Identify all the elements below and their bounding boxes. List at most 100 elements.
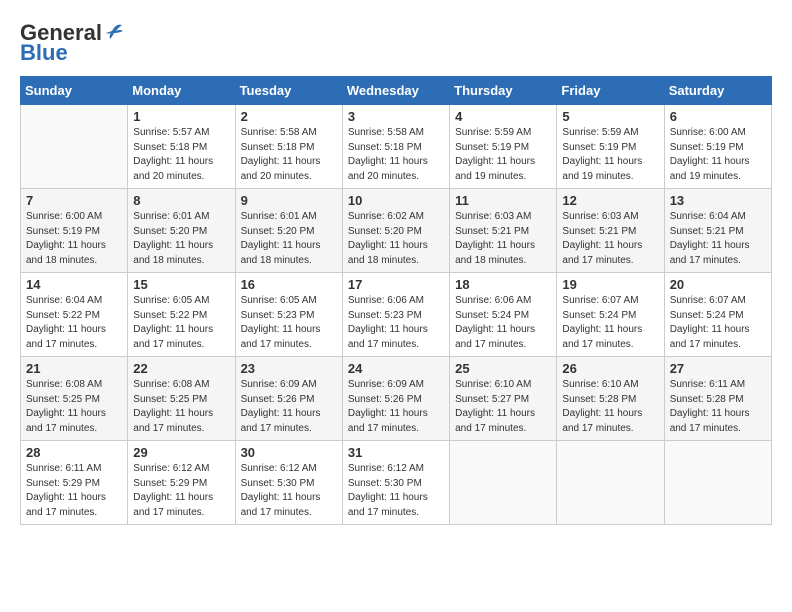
- day-info: Sunrise: 6:06 AM Sunset: 5:23 PM Dayligh…: [348, 294, 444, 352]
- calendar-cell: 29Sunrise: 6:12 AM Sunset: 5:29 PM Dayli…: [128, 441, 235, 525]
- day-number: 9: [241, 193, 337, 208]
- calendar-cell: 30Sunrise: 6:12 AM Sunset: 5:30 PM Dayli…: [235, 441, 342, 525]
- calendar-cell: 20 Sunrise: 6:07 AM Sunset: 5:24 PM Dayli…: [664, 273, 771, 357]
- calendar-cell: 9 Sunrise: 6:01 AM Sunset: 5:20 PM Daylig…: [235, 189, 342, 273]
- calendar-cell: 25Sunrise: 6:10 AM Sunset: 5:27 PM Dayli…: [450, 357, 557, 441]
- day-number: 24: [348, 361, 444, 376]
- day-info: Sunrise: 6:08 AM Sunset: 5:25 PM Dayligh…: [26, 378, 122, 436]
- calendar-cell: [450, 441, 557, 525]
- calendar-row: 7 Sunrise: 6:00 AM Sunset: 5:19 PM Daylig…: [21, 189, 772, 273]
- calendar-cell: 4Sunrise: 5:59 AM Sunset: 5:19 PM Daylig…: [450, 105, 557, 189]
- calendar-cell: 18 Sunrise: 6:06 AM Sunset: 5:24 PM Dayli…: [450, 273, 557, 357]
- day-info: Sunrise: 6:12 AM Sunset: 5:30 PM Dayligh…: [348, 462, 444, 520]
- day-info: Sunrise: 6:07 AM Sunset: 5:24 PM Dayligh…: [670, 294, 766, 352]
- day-number: 20: [670, 277, 766, 292]
- day-info: Sunrise: 6:11 AM Sunset: 5:29 PM Dayligh…: [26, 462, 122, 520]
- day-number: 6: [670, 109, 766, 124]
- day-number: 1: [133, 109, 229, 124]
- day-number: 23: [241, 361, 337, 376]
- day-number: 22: [133, 361, 229, 376]
- calendar-cell: 11Sunrise: 6:03 AM Sunset: 5:21 PM Dayli…: [450, 189, 557, 273]
- calendar-cell: 10Sunrise: 6:02 AM Sunset: 5:20 PM Dayli…: [342, 189, 449, 273]
- day-number: 12: [562, 193, 658, 208]
- calendar-header-row: SundayMondayTuesdayWednesdayThursdayFrid…: [21, 77, 772, 105]
- day-number: 11: [455, 193, 551, 208]
- calendar-table: SundayMondayTuesdayWednesdayThursdayFrid…: [20, 76, 772, 525]
- day-number: 26: [562, 361, 658, 376]
- column-header-wednesday: Wednesday: [342, 77, 449, 105]
- day-info: Sunrise: 6:07 AM Sunset: 5:24 PM Dayligh…: [562, 294, 658, 352]
- day-number: 7: [26, 193, 122, 208]
- page-header: General Blue: [20, 20, 772, 66]
- calendar-row: 1 Sunrise: 5:57 AM Sunset: 5:18 PM Daylig…: [21, 105, 772, 189]
- day-info: Sunrise: 6:08 AM Sunset: 5:25 PM Dayligh…: [133, 378, 229, 436]
- day-info: Sunrise: 6:06 AM Sunset: 5:24 PM Dayligh…: [455, 294, 551, 352]
- day-number: 29: [133, 445, 229, 460]
- day-info: Sunrise: 6:03 AM Sunset: 5:21 PM Dayligh…: [562, 210, 658, 268]
- day-number: 31: [348, 445, 444, 460]
- day-number: 25: [455, 361, 551, 376]
- day-number: 18: [455, 277, 551, 292]
- calendar-cell: 31 Sunrise: 6:12 AM Sunset: 5:30 PM Dayli…: [342, 441, 449, 525]
- calendar-cell: 16Sunrise: 6:05 AM Sunset: 5:23 PM Dayli…: [235, 273, 342, 357]
- calendar-cell: [664, 441, 771, 525]
- day-number: 14: [26, 277, 122, 292]
- calendar-cell: 26 Sunrise: 6:10 AM Sunset: 5:28 PM Dayli…: [557, 357, 664, 441]
- column-header-saturday: Saturday: [664, 77, 771, 105]
- column-header-friday: Friday: [557, 77, 664, 105]
- calendar-cell: 24 Sunrise: 6:09 AM Sunset: 5:26 PM Dayli…: [342, 357, 449, 441]
- day-number: 5: [562, 109, 658, 124]
- day-info: Sunrise: 6:04 AM Sunset: 5:22 PM Dayligh…: [26, 294, 122, 352]
- day-number: 10: [348, 193, 444, 208]
- calendar-cell: 28 Sunrise: 6:11 AM Sunset: 5:29 PM Dayli…: [21, 441, 128, 525]
- calendar-cell: 14 Sunrise: 6:04 AM Sunset: 5:22 PM Dayli…: [21, 273, 128, 357]
- calendar-cell: 8 Sunrise: 6:01 AM Sunset: 5:20 PM Daylig…: [128, 189, 235, 273]
- calendar-cell: 2 Sunrise: 5:58 AM Sunset: 5:18 PM Daylig…: [235, 105, 342, 189]
- calendar-row: 28 Sunrise: 6:11 AM Sunset: 5:29 PM Dayli…: [21, 441, 772, 525]
- calendar-cell: 22 Sunrise: 6:08 AM Sunset: 5:25 PM Dayli…: [128, 357, 235, 441]
- calendar-row: 14 Sunrise: 6:04 AM Sunset: 5:22 PM Dayli…: [21, 273, 772, 357]
- day-number: 8: [133, 193, 229, 208]
- calendar-cell: 27 Sunrise: 6:11 AM Sunset: 5:28 PM Dayli…: [664, 357, 771, 441]
- day-info: Sunrise: 6:11 AM Sunset: 5:28 PM Dayligh…: [670, 378, 766, 436]
- day-number: 19: [562, 277, 658, 292]
- day-info: Sunrise: 5:57 AM Sunset: 5:18 PM Dayligh…: [133, 126, 229, 184]
- calendar-row: 21Sunrise: 6:08 AM Sunset: 5:25 PM Dayli…: [21, 357, 772, 441]
- calendar-cell: 15Sunrise: 6:05 AM Sunset: 5:22 PM Dayli…: [128, 273, 235, 357]
- day-info: Sunrise: 6:00 AM Sunset: 5:19 PM Dayligh…: [26, 210, 122, 268]
- day-number: 17: [348, 277, 444, 292]
- day-number: 2: [241, 109, 337, 124]
- day-info: Sunrise: 5:58 AM Sunset: 5:18 PM Dayligh…: [348, 126, 444, 184]
- day-info: Sunrise: 5:58 AM Sunset: 5:18 PM Dayligh…: [241, 126, 337, 184]
- day-number: 3: [348, 109, 444, 124]
- day-number: 28: [26, 445, 122, 460]
- day-info: Sunrise: 6:12 AM Sunset: 5:30 PM Dayligh…: [241, 462, 337, 520]
- calendar-cell: 21Sunrise: 6:08 AM Sunset: 5:25 PM Dayli…: [21, 357, 128, 441]
- logo: General Blue: [20, 20, 124, 66]
- calendar-cell: 7 Sunrise: 6:00 AM Sunset: 5:19 PM Daylig…: [21, 189, 128, 273]
- day-info: Sunrise: 5:59 AM Sunset: 5:19 PM Dayligh…: [562, 126, 658, 184]
- calendar-cell: 5 Sunrise: 5:59 AM Sunset: 5:19 PM Daylig…: [557, 105, 664, 189]
- day-info: Sunrise: 6:01 AM Sunset: 5:20 PM Dayligh…: [133, 210, 229, 268]
- calendar-cell: 13 Sunrise: 6:04 AM Sunset: 5:21 PM Dayli…: [664, 189, 771, 273]
- day-number: 13: [670, 193, 766, 208]
- day-number: 4: [455, 109, 551, 124]
- day-info: Sunrise: 6:09 AM Sunset: 5:26 PM Dayligh…: [241, 378, 337, 436]
- calendar-cell: 19 Sunrise: 6:07 AM Sunset: 5:24 PM Dayli…: [557, 273, 664, 357]
- calendar-cell: [557, 441, 664, 525]
- calendar-cell: [21, 105, 128, 189]
- day-number: 27: [670, 361, 766, 376]
- calendar-cell: 17 Sunrise: 6:06 AM Sunset: 5:23 PM Dayli…: [342, 273, 449, 357]
- day-info: Sunrise: 6:10 AM Sunset: 5:28 PM Dayligh…: [562, 378, 658, 436]
- day-info: Sunrise: 6:00 AM Sunset: 5:19 PM Dayligh…: [670, 126, 766, 184]
- calendar-cell: 1 Sunrise: 5:57 AM Sunset: 5:18 PM Daylig…: [128, 105, 235, 189]
- calendar-cell: 6 Sunrise: 6:00 AM Sunset: 5:19 PM Daylig…: [664, 105, 771, 189]
- calendar-cell: 23 Sunrise: 6:09 AM Sunset: 5:26 PM Dayli…: [235, 357, 342, 441]
- calendar-cell: 12 Sunrise: 6:03 AM Sunset: 5:21 PM Dayli…: [557, 189, 664, 273]
- logo-bird-icon: [104, 21, 124, 41]
- day-number: 15: [133, 277, 229, 292]
- day-info: Sunrise: 6:01 AM Sunset: 5:20 PM Dayligh…: [241, 210, 337, 268]
- day-info: Sunrise: 6:09 AM Sunset: 5:26 PM Dayligh…: [348, 378, 444, 436]
- calendar-cell: 3 Sunrise: 5:58 AM Sunset: 5:18 PM Daylig…: [342, 105, 449, 189]
- day-info: Sunrise: 6:04 AM Sunset: 5:21 PM Dayligh…: [670, 210, 766, 268]
